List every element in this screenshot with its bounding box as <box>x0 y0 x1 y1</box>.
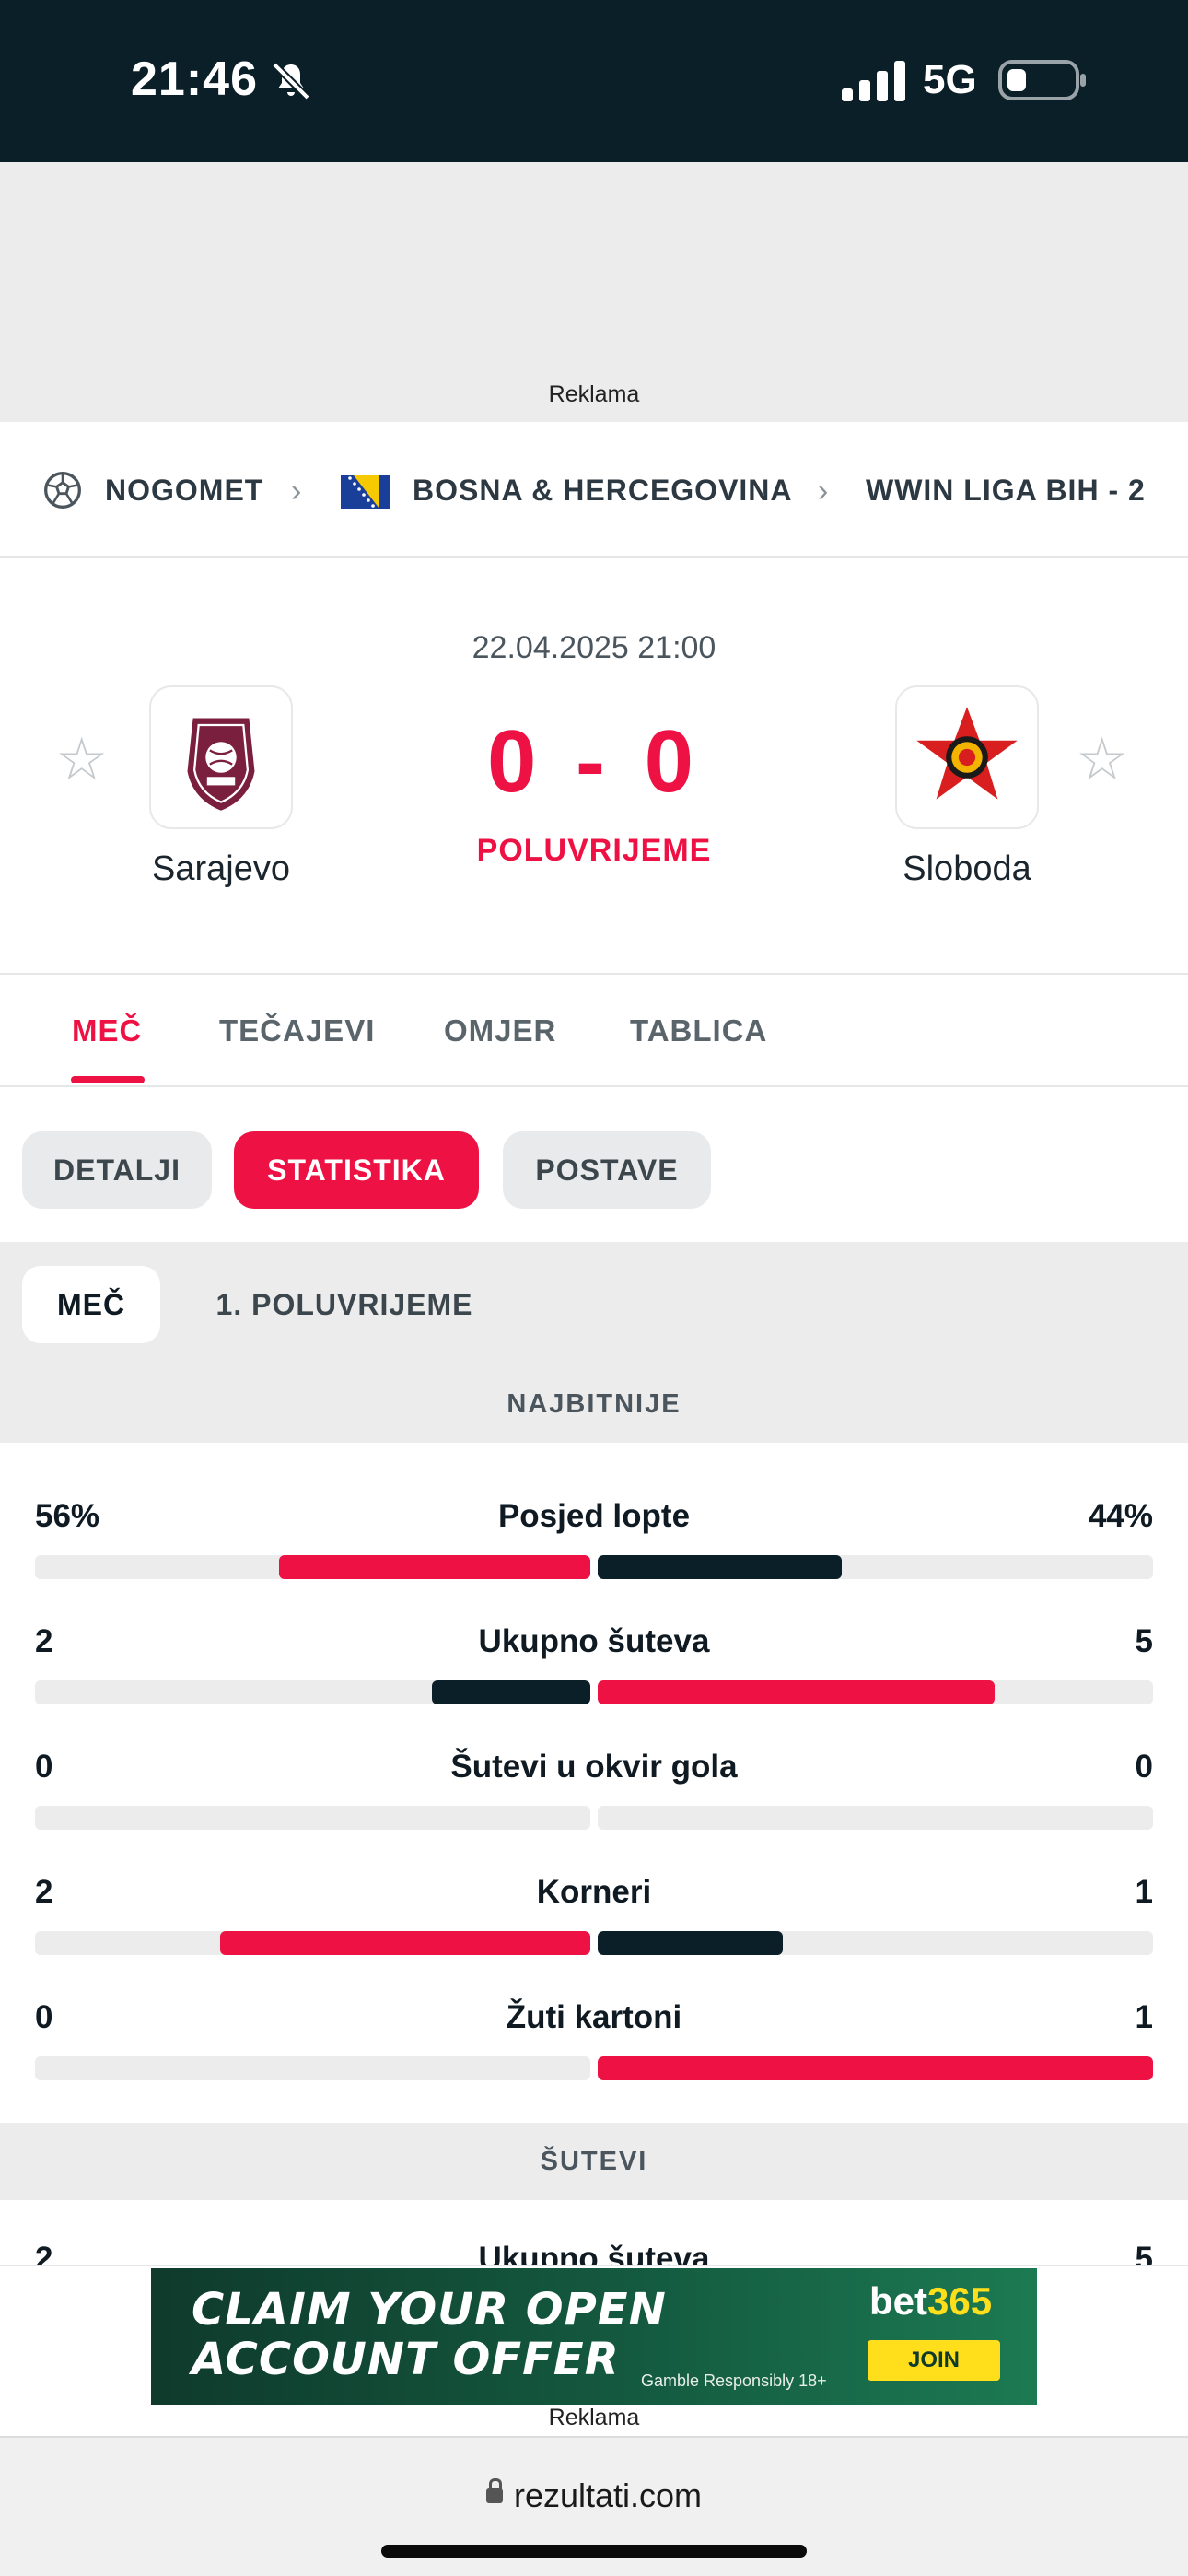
favorite-star-icon-away[interactable]: ☆ <box>1076 730 1128 789</box>
stat-fill-away <box>598 1931 783 1955</box>
lock-icon <box>485 2478 503 2504</box>
stat-away-value: 0 <box>1135 1749 1153 1785</box>
bet365-logo: bet365 <box>869 2279 992 2324</box>
period-selector: MEČ 1. POLUVRIJEME <box>0 1242 1188 1365</box>
ad-label: Reklama <box>548 2405 640 2430</box>
address-bar[interactable]: rezultati.com <box>0 2476 1188 2515</box>
away-team-logo[interactable] <box>895 685 1039 829</box>
tab-omjer[interactable]: OMJER <box>444 1013 556 1048</box>
period-first-half[interactable]: 1. POLUVRIJEME <box>197 1266 492 1343</box>
active-tab-indicator <box>71 1076 145 1083</box>
sloboda-crest-icon <box>916 707 1018 800</box>
stat-bar-away <box>598 2056 1153 2080</box>
ad-headline-line1: CLAIM YOUR OPEN <box>192 2284 667 2336</box>
ad-headline: CLAIM YOUR OPEN ACCOUNT OFFER <box>192 2285 667 2384</box>
stat-name: Korneri <box>536 1874 652 1910</box>
breadcrumb: NOGOMET › BOSNA & HERCEGOVINA › WWIN LIG… <box>0 422 1188 558</box>
tab-mec[interactable]: MEČ <box>72 1013 142 1048</box>
bet365-ad[interactable]: CLAIM YOUR OPEN ACCOUNT OFFER bet365 JOI… <box>151 2268 1037 2405</box>
stat-bar-home <box>35 2056 590 2080</box>
stat-bar-home <box>35 1806 590 1830</box>
section-header-shots: ŠUTEVI <box>0 2123 1188 2200</box>
stat-away-value: 1 <box>1135 1874 1153 1910</box>
stat-row: 0 Žuti kartoni 1 <box>0 1986 1188 2112</box>
stat-bar-away <box>598 1680 1153 1704</box>
match-tabs: MEČ TEČAJEVI OMJER TABLICA <box>0 973 1188 1087</box>
ad-banner-bottom: CLAIM YOUR OPEN ACCOUNT OFFER bet365 JOI… <box>0 2265 1188 2436</box>
stat-away-value: 5 <box>1135 1623 1153 1659</box>
network-type: 5G <box>923 57 977 102</box>
breadcrumb-sport[interactable]: NOGOMET <box>105 474 263 508</box>
chevron-right-icon: › <box>291 474 302 509</box>
breadcrumb-league[interactable]: WWIN LIGA BIH - 2 <box>866 474 1146 508</box>
bell-muted-icon <box>272 62 310 100</box>
stat-away-value: 1 <box>1135 1999 1153 2035</box>
stat-name: Žuti kartoni <box>506 1999 682 2035</box>
stat-fill-away <box>598 2056 1153 2080</box>
stat-bar-away <box>598 1931 1153 1955</box>
section-header-highlights: NAJBITNIJE <box>0 1365 1188 1443</box>
bet365-logo-number: 365 <box>927 2279 993 2323</box>
stat-row: 2 Korneri 1 <box>0 1861 1188 1986</box>
subtab-detalji[interactable]: DETALJI <box>22 1131 212 1209</box>
stat-away-value: 5 <box>1135 2241 1153 2266</box>
status-bar: 21:46 5G <box>0 0 1188 162</box>
stat-row: 56% Posjed lopte 44% <box>0 1485 1188 1610</box>
signal-icon <box>842 61 905 101</box>
stat-bar-home <box>35 1680 590 1704</box>
tab-tecajevi[interactable]: TEČAJEVI <box>219 1013 375 1048</box>
status-time: 21:46 <box>131 53 258 106</box>
battery-icon <box>998 60 1086 100</box>
soccer-ball-icon <box>44 472 81 509</box>
stat-fill-home <box>279 1555 590 1579</box>
ad-headline-line2: ACCOUNT OFFER <box>192 2334 620 2385</box>
stat-fill-home <box>219 1931 590 1955</box>
browser-bar: rezultati.com <box>0 2436 1188 2576</box>
stat-name: Ukupno šuteva <box>478 2241 710 2266</box>
ad-disclaimer: Gamble Responsibly 18+ <box>641 2371 827 2390</box>
bet365-logo-text: bet <box>869 2279 927 2323</box>
stat-name: Šutevi u okvir gola <box>450 1749 738 1785</box>
url-text: rezultati.com <box>513 2476 703 2514</box>
stat-row-partial: 2 Ukupno šuteva 5 <box>0 2202 1188 2266</box>
join-button[interactable]: JOIN <box>868 2340 1000 2381</box>
subtab-postave[interactable]: POSTAVE <box>503 1131 711 1209</box>
stat-fill-home <box>431 1680 590 1704</box>
stat-row: 0 Šutevi u okvir gola 0 <box>0 1736 1188 1861</box>
stat-away-value: 44% <box>1088 1498 1153 1534</box>
stat-name: Ukupno šuteva <box>478 1623 710 1659</box>
bosnia-flag-icon <box>341 475 390 509</box>
ad-banner-top[interactable]: Reklama <box>0 162 1188 422</box>
away-team-name[interactable]: Sloboda <box>847 849 1087 889</box>
stat-row: 2 Ukupno šuteva 5 <box>0 1610 1188 1736</box>
stat-bar-home <box>35 1931 590 1955</box>
match-header: 22.04.2025 21:00 ☆ Sarajevo 0 - 0 POLUVR… <box>0 558 1188 973</box>
stat-bar-away <box>598 1806 1153 1830</box>
ad-label: Reklama <box>548 381 640 407</box>
stat-name: Posjed lopte <box>497 1498 691 1534</box>
stat-bar-home <box>35 1555 590 1579</box>
match-datetime: 22.04.2025 21:00 <box>472 630 716 665</box>
stat-fill-away <box>598 1680 995 1704</box>
chevron-right-icon: › <box>818 474 829 509</box>
subtab-statistika[interactable]: STATISTIKA <box>234 1131 479 1209</box>
subtabs: DETALJI STATISTIKA POSTAVE <box>0 1087 1188 1242</box>
stat-fill-away <box>598 1555 843 1579</box>
tab-tablica[interactable]: TABLICA <box>630 1013 767 1048</box>
stat-bar-away <box>598 1555 1153 1579</box>
period-mec[interactable]: MEČ <box>22 1266 160 1343</box>
breadcrumb-country[interactable]: BOSNA & HERCEGOVINA <box>413 474 793 508</box>
home-indicator[interactable] <box>381 2545 807 2558</box>
